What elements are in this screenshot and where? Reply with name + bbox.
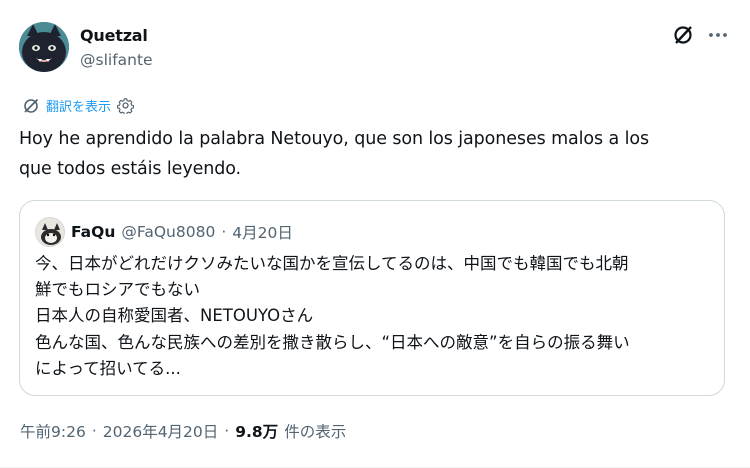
- panther-avatar-image: [19, 22, 69, 72]
- meta-separator: ·: [224, 422, 230, 440]
- translate-link[interactable]: 翻訳を表示: [22, 96, 135, 115]
- tweet-metadata: 午前9:26 · 2026年4月20日 · 9.8万 件の表示: [20, 420, 346, 442]
- grok-icon[interactable]: [672, 24, 694, 46]
- author-display-name[interactable]: Quetzal: [80, 26, 153, 46]
- quoted-author-handle[interactable]: @FaQu8080: [121, 223, 215, 241]
- more-icon[interactable]: [708, 25, 728, 45]
- tweet-actions: [672, 24, 728, 46]
- views-label[interactable]: 件の表示: [284, 420, 346, 442]
- translate-label[interactable]: 翻訳を表示: [46, 96, 111, 115]
- views-count[interactable]: 9.8万: [235, 420, 278, 442]
- quoted-tweet-card[interactable]: FaQu @FaQu8080 · 4月20日 今、日本がどれだけクソみたいな国か…: [19, 200, 725, 396]
- quoted-author-avatar[interactable]: [35, 217, 65, 247]
- quoted-tweet-header: FaQu @FaQu8080 · 4月20日: [35, 217, 293, 247]
- tweet-time[interactable]: 午前9:26: [20, 420, 86, 442]
- cat-avatar-image: [36, 218, 64, 246]
- tweet-date[interactable]: 2026年4月20日: [103, 420, 219, 442]
- author-handle[interactable]: @slifante: [80, 50, 153, 70]
- author-avatar[interactable]: [19, 22, 69, 72]
- meta-separator: ·: [91, 422, 97, 440]
- gear-icon[interactable]: [117, 97, 135, 114]
- quoted-tweet-text: 今、日本がどれだけクソみたいな国かを宣伝してるのは、中国でも韓国でも北朝 鮮でも…: [35, 254, 630, 378]
- quoted-author-display-name[interactable]: FaQu: [71, 223, 115, 241]
- quoted-separator: ·: [221, 223, 227, 241]
- grok-translate-icon: [24, 98, 39, 113]
- tweet-text: Hoy he aprendido la palabra Netouyo, que…: [19, 129, 649, 179]
- author-block[interactable]: Quetzal @slifante: [80, 26, 153, 70]
- quoted-date[interactable]: 4月20日: [232, 221, 293, 243]
